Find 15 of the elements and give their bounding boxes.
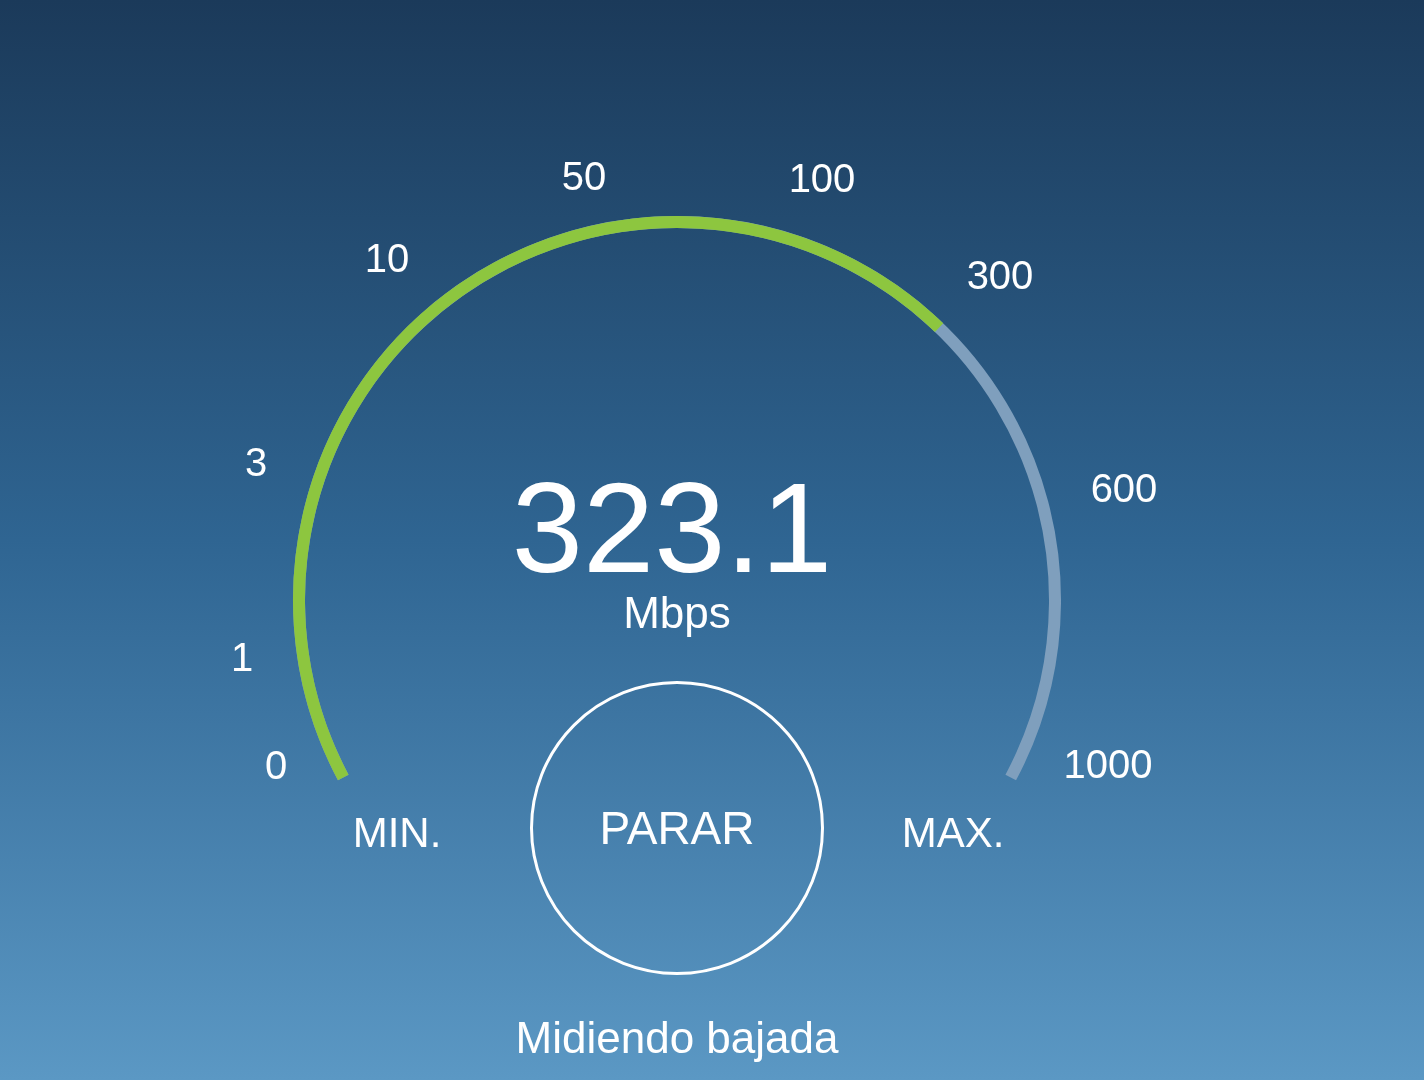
tick-label: 10: [364, 235, 410, 282]
max-label: MAX.: [901, 807, 1005, 858]
status-text: Midiendo bajada: [515, 1012, 839, 1064]
tick-label: 3: [244, 439, 268, 486]
min-label: MIN.: [352, 807, 442, 858]
tick-label: 600: [1090, 465, 1158, 512]
tick-label: 100: [788, 155, 856, 202]
tick-label: 300: [966, 252, 1034, 299]
tick-label: 0: [264, 742, 288, 789]
tick-label: 50: [561, 153, 607, 200]
speed-unit: Mbps: [623, 591, 731, 635]
tick-label: 1000: [1063, 741, 1153, 788]
tick-label: 1: [230, 634, 254, 681]
speed-value: 323.1: [511, 464, 833, 592]
stop-button[interactable]: PARAR: [530, 681, 824, 975]
